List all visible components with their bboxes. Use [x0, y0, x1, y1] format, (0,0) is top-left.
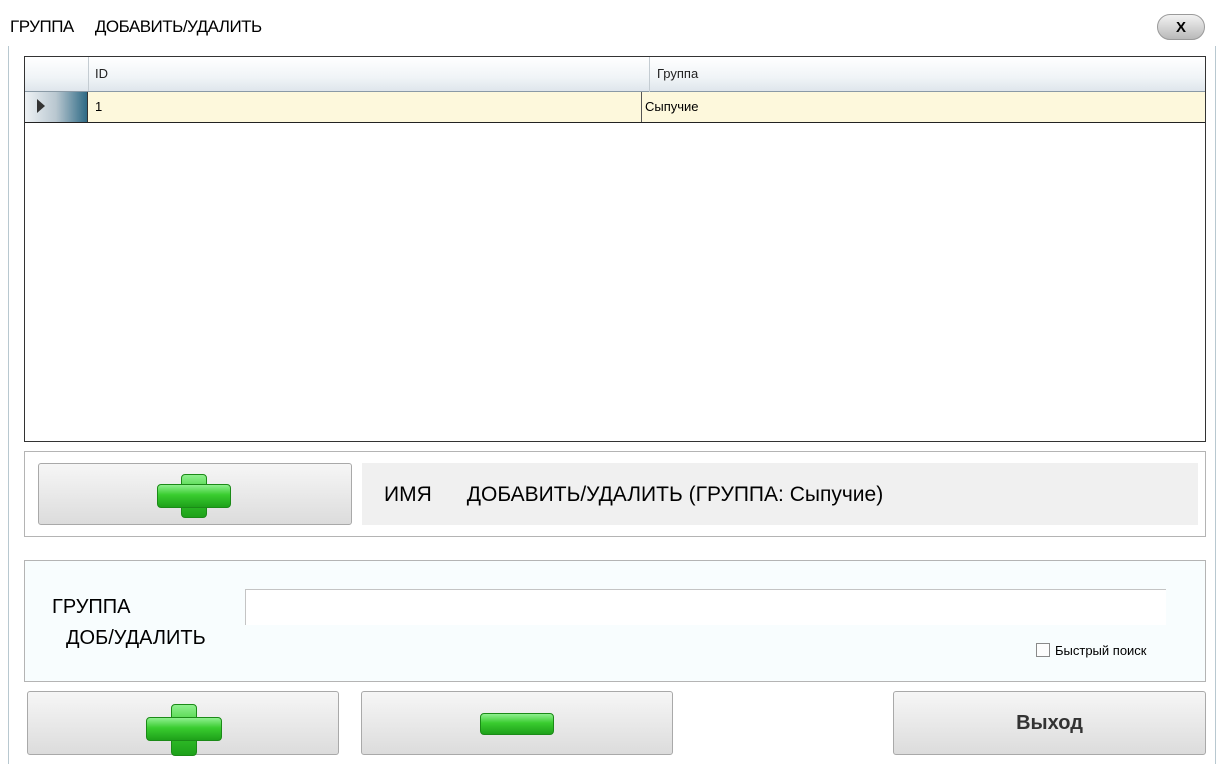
- table-row[interactable]: 1 Сыпучие: [25, 92, 1205, 123]
- add-name-button[interactable]: [38, 463, 352, 525]
- grid-header: ID Группа: [25, 57, 1205, 92]
- add-group-button[interactable]: [27, 691, 339, 756]
- cell-id[interactable]: 1: [95, 99, 102, 114]
- minus-icon: [480, 713, 554, 735]
- row-header[interactable]: [25, 92, 88, 122]
- close-button[interactable]: X: [1157, 14, 1205, 40]
- groups-grid[interactable]: ID Группа 1 Сыпучие: [24, 56, 1206, 442]
- exit-button[interactable]: Выход: [893, 691, 1206, 755]
- cell-separator: [641, 92, 642, 122]
- group-name-input[interactable]: [245, 589, 1166, 625]
- window-title: ГРУППА ДОБАВИТЬ/УДАЛИТЬ: [10, 17, 262, 36]
- window-border-right: [1215, 46, 1216, 764]
- remove-group-button[interactable]: [361, 691, 673, 755]
- plus-icon: [157, 474, 231, 518]
- cell-group[interactable]: Сыпучие: [645, 99, 699, 114]
- title-bar: ГРУППА ДОБАВИТЬ/УДАЛИТЬ X: [0, 0, 1224, 46]
- group-label-line2: ДОБ/УДАЛИТЬ: [66, 627, 206, 649]
- close-label: X: [1175, 18, 1186, 36]
- quick-search-checkbox[interactable]: [1036, 643, 1050, 657]
- quick-search-label[interactable]: Быстрый поиск: [1055, 643, 1147, 658]
- window-border-left: [8, 46, 9, 764]
- column-header-id[interactable]: ID: [95, 66, 108, 81]
- group-label-line1: ГРУППА: [52, 596, 131, 618]
- name-label: ИМЯ ДОБАВИТЬ/УДАЛИТЬ (ГРУППА: Сыпучие): [384, 483, 884, 506]
- plus-icon: [146, 704, 222, 756]
- grid-header-rowhead: [25, 57, 89, 91]
- column-header-group[interactable]: Группа: [657, 66, 698, 81]
- current-row-arrow-icon: [37, 99, 45, 113]
- column-separator[interactable]: [649, 57, 650, 92]
- exit-label: Выход: [1016, 711, 1083, 734]
